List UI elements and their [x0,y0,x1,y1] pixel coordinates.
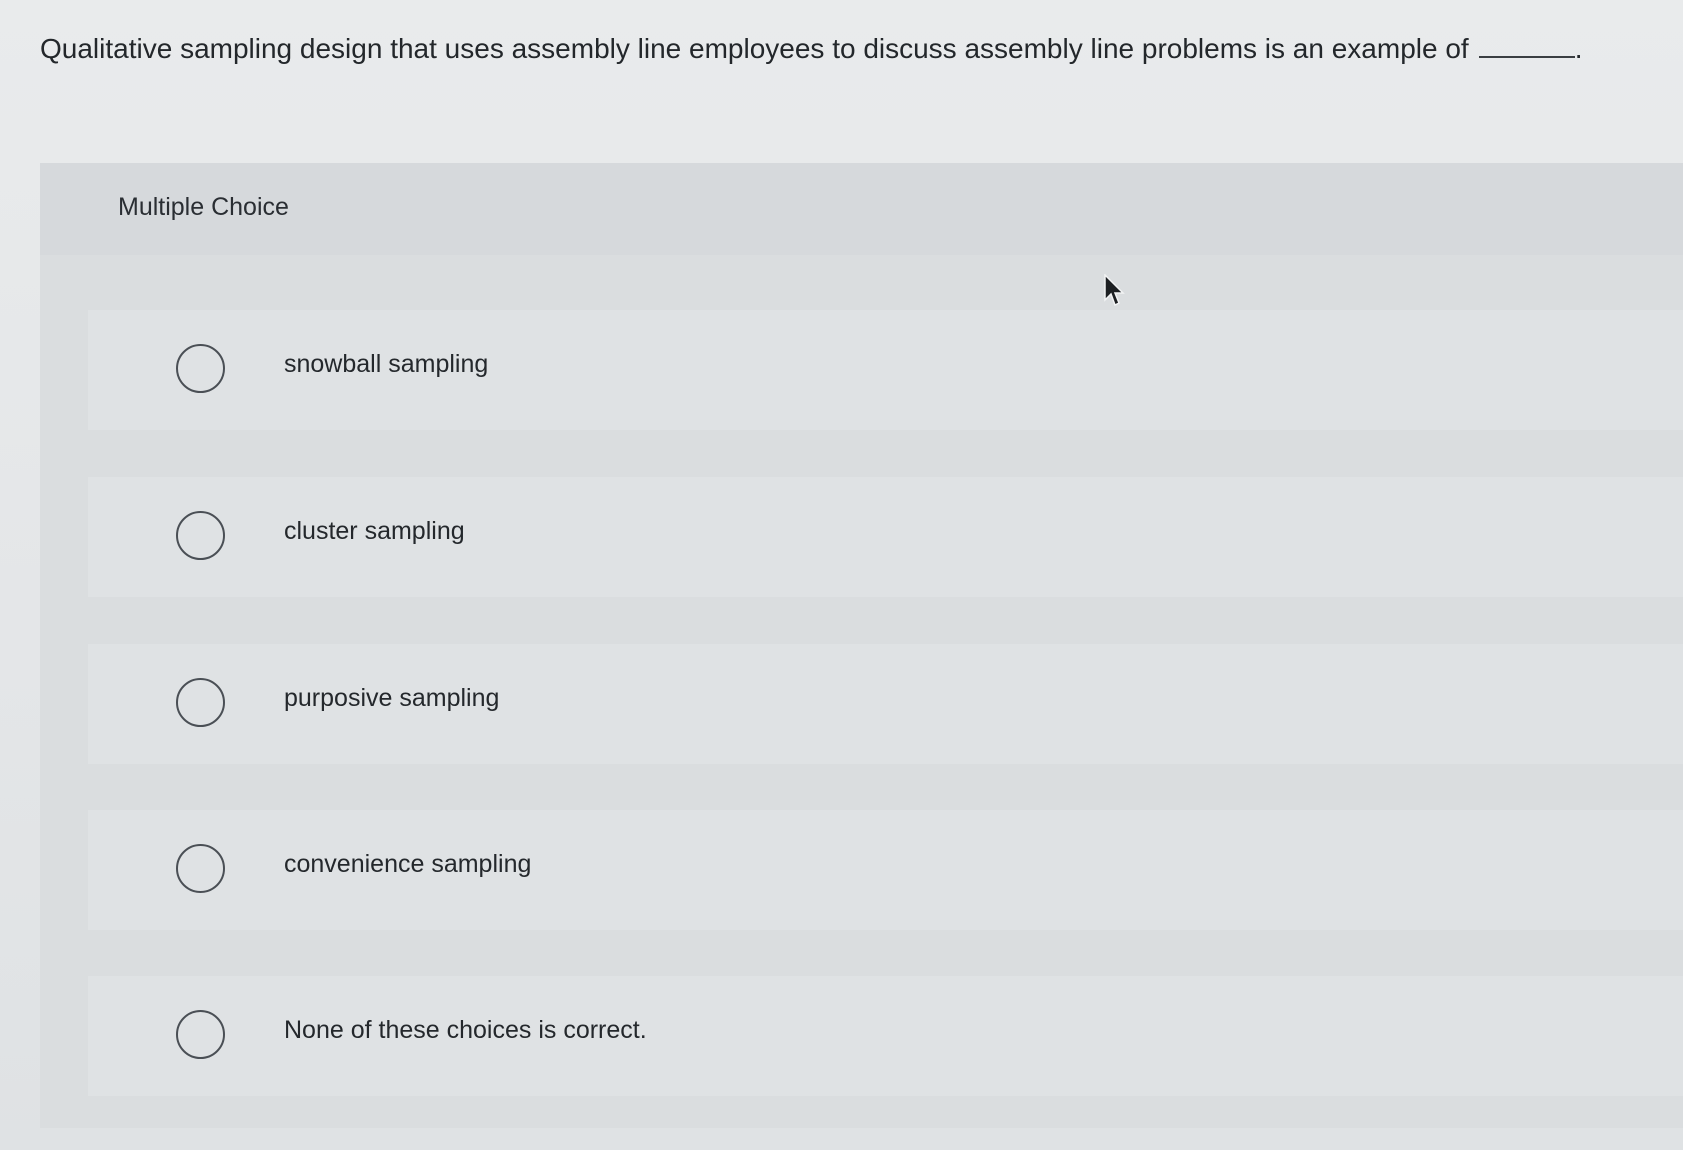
question-end: . [1574,33,1583,64]
radio-button[interactable] [176,678,225,727]
choice-label: purposive sampling [284,684,500,712]
choice-label: snowball sampling [284,350,489,378]
multiple-choice-panel: Multiple Choice snowball sampling cluste… [40,163,1683,1128]
choice-option-3[interactable]: purposive sampling [88,644,1683,764]
choice-label: None of these choices is correct. [284,1016,647,1044]
choice-option-2[interactable]: cluster sampling [88,477,1683,597]
mouse-pointer-icon [1104,274,1125,307]
radio-button[interactable] [176,511,225,560]
multiple-choice-header: Multiple Choice [40,163,1683,255]
question-prompt: Qualitative sampling design that uses as… [40,26,1660,72]
multiple-choice-title: Multiple Choice [118,193,289,221]
choice-option-5[interactable]: None of these choices is correct. [88,976,1683,1096]
radio-button[interactable] [176,1010,225,1059]
question-text: Qualitative sampling design that uses as… [40,33,1469,64]
choice-option-4[interactable]: convenience sampling [88,810,1683,930]
choice-option-1[interactable]: snowball sampling [88,310,1683,430]
choice-label: cluster sampling [284,517,465,545]
quiz-page: Qualitative sampling design that uses as… [0,0,1683,1150]
choice-label: convenience sampling [284,850,532,878]
answer-blank [1478,26,1575,58]
radio-button[interactable] [176,844,225,893]
radio-button[interactable] [176,344,225,393]
